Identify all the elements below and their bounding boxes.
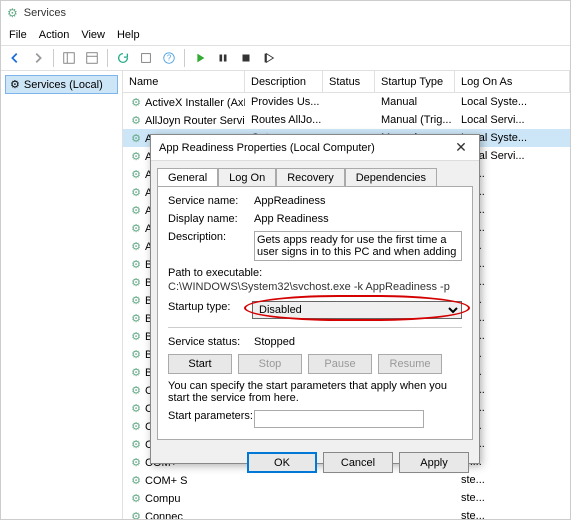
forward-button[interactable] — [28, 48, 48, 68]
menu-help[interactable]: Help — [117, 29, 140, 41]
start-button[interactable]: Start — [168, 354, 232, 374]
gear-icon: ⚙ — [129, 312, 143, 325]
table-row[interactable]: ⚙ActiveX Installer (AxInstSV)Provides Us… — [123, 93, 570, 111]
gear-icon: ⚙ — [129, 330, 143, 343]
gear-icon: ⚙ — [10, 78, 20, 91]
tab-dependencies[interactable]: Dependencies — [345, 168, 437, 187]
value-service-name: AppReadiness — [254, 195, 462, 207]
label-path: Path to executable: — [168, 267, 462, 279]
col-description[interactable]: Description — [245, 71, 323, 92]
sidebar: ⚙ Services (Local) — [1, 71, 123, 519]
menu-action[interactable]: Action — [39, 29, 70, 41]
label-display-name: Display name: — [168, 213, 254, 225]
label-service-name: Service name: — [168, 195, 254, 207]
dialog-button-row: OK Cancel Apply — [151, 446, 479, 479]
table-row[interactable]: ⚙Connecste... — [123, 507, 570, 519]
gear-icon: ⚙ — [129, 402, 143, 415]
menubar: File Action View Help — [1, 25, 570, 45]
titlebar: ⚙ Services — [1, 1, 570, 25]
pause-service-button[interactable] — [213, 48, 233, 68]
gear-icon: ⚙ — [129, 384, 143, 397]
gear-icon: ⚙ — [129, 456, 143, 469]
properties-button[interactable] — [82, 48, 102, 68]
gear-icon: ⚙ — [129, 258, 143, 271]
table-row[interactable]: ⚙Compuste... — [123, 489, 570, 507]
stop-button: Stop — [238, 354, 302, 374]
startup-type-select[interactable]: Disabled — [252, 301, 462, 319]
gear-icon: ⚙ — [129, 438, 143, 451]
close-icon[interactable]: ✕ — [451, 139, 471, 156]
value-path: C:\WINDOWS\System32\svchost.exe -k AppRe… — [168, 281, 462, 293]
dialog-titlebar: App Readiness Properties (Local Computer… — [151, 135, 479, 161]
toolbar: ? — [1, 45, 570, 71]
pause-button: Pause — [308, 354, 372, 374]
refresh-button[interactable] — [113, 48, 133, 68]
gear-icon: ⚙ — [129, 204, 143, 217]
cancel-button[interactable]: Cancel — [323, 452, 393, 473]
value-description[interactable]: Gets apps ready for use the first time a… — [254, 231, 462, 261]
gear-icon: ⚙ — [129, 222, 143, 235]
export-button[interactable] — [136, 48, 156, 68]
col-name[interactable]: Name — [123, 71, 245, 92]
gear-icon: ⚙ — [129, 276, 143, 289]
tab-body-general: Service name: AppReadiness Display name:… — [157, 186, 473, 440]
label-description: Description: — [168, 231, 254, 243]
gear-icon: ⚙ — [129, 114, 143, 127]
gear-icon: ⚙ — [129, 294, 143, 307]
ok-button[interactable]: OK — [247, 452, 317, 473]
services-icon: ⚙ — [7, 6, 18, 20]
gear-icon: ⚙ — [129, 474, 143, 487]
gear-icon: ⚙ — [129, 510, 143, 520]
tab-recovery[interactable]: Recovery — [276, 168, 344, 187]
dialog-tabs: General Log On Recovery Dependencies — [151, 161, 479, 186]
value-service-status: Stopped — [254, 336, 462, 348]
gear-icon: ⚙ — [129, 366, 143, 379]
start-service-button[interactable] — [190, 48, 210, 68]
show-hide-button[interactable] — [59, 48, 79, 68]
help-button[interactable]: ? — [159, 48, 179, 68]
start-parameters-input[interactable] — [254, 410, 424, 428]
menu-view[interactable]: View — [81, 29, 105, 41]
column-headers: Name Description Status Startup Type Log… — [123, 71, 570, 93]
gear-icon: ⚙ — [129, 96, 143, 109]
gear-icon: ⚙ — [129, 420, 143, 433]
gear-icon: ⚙ — [129, 348, 143, 361]
gear-icon: ⚙ — [129, 492, 143, 505]
label-start-params: Start parameters: — [168, 410, 254, 422]
window-title: Services — [24, 7, 66, 19]
gear-icon: ⚙ — [129, 186, 143, 199]
col-logon[interactable]: Log On As — [455, 71, 570, 92]
value-display-name: App Readiness — [254, 213, 462, 225]
col-startup[interactable]: Startup Type — [375, 71, 455, 92]
tab-logon[interactable]: Log On — [218, 168, 276, 187]
label-service-status: Service status: — [168, 336, 254, 348]
gear-icon: ⚙ — [129, 240, 143, 253]
note-text: You can specify the start parameters tha… — [168, 380, 462, 404]
gear-icon: ⚙ — [129, 168, 143, 181]
tab-general[interactable]: General — [157, 168, 218, 187]
tree-node-label: Services (Local) — [24, 79, 103, 91]
gear-icon: ⚙ — [129, 150, 143, 163]
back-button[interactable] — [5, 48, 25, 68]
menu-file[interactable]: File — [9, 29, 27, 41]
apply-button[interactable]: Apply — [399, 452, 469, 473]
table-row[interactable]: ⚙AllJoyn Router ServiceRoutes AllJo...Ma… — [123, 111, 570, 129]
svg-text:?: ? — [167, 54, 172, 63]
tree-node-services-local[interactable]: ⚙ Services (Local) — [5, 75, 118, 94]
dialog-title: App Readiness Properties (Local Computer… — [159, 142, 375, 154]
restart-service-button[interactable] — [259, 48, 279, 68]
resume-button: Resume — [378, 354, 442, 374]
properties-dialog: App Readiness Properties (Local Computer… — [150, 134, 480, 464]
col-status[interactable]: Status — [323, 71, 375, 92]
gear-icon: ⚙ — [129, 132, 143, 145]
label-startup-type: Startup type: — [168, 301, 252, 313]
stop-service-button[interactable] — [236, 48, 256, 68]
